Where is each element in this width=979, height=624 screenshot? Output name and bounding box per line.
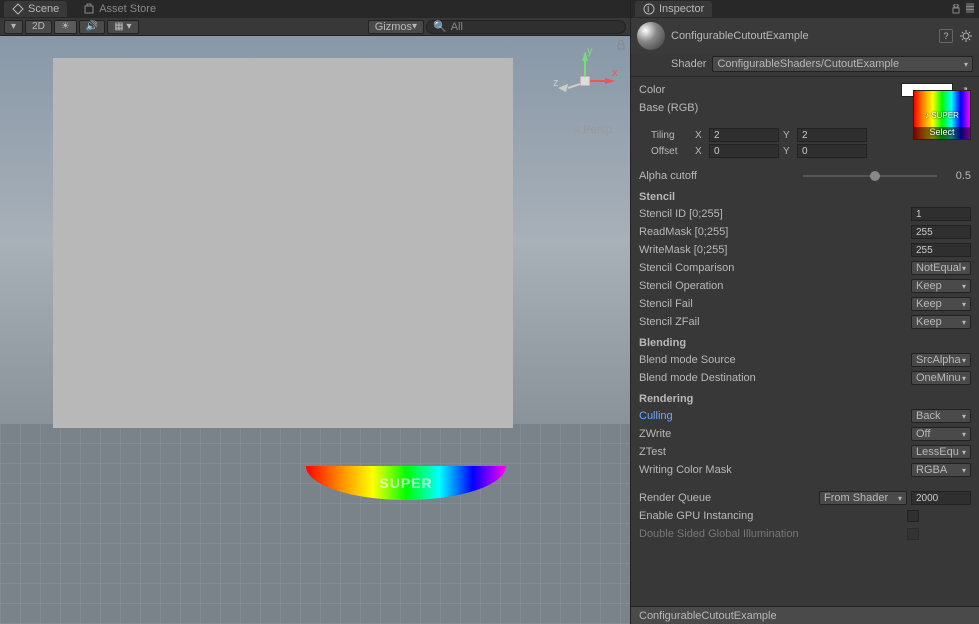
alpha-cutoff-slider[interactable] (803, 169, 937, 183)
fx-button[interactable]: ▦ ▾ (107, 20, 138, 34)
stencil-operation-label: Stencil Operation (639, 280, 799, 292)
colormask-dropdown[interactable]: RGBA▾ (911, 463, 971, 477)
svg-text:x: x (612, 67, 618, 79)
inspector-icon: i (643, 3, 655, 15)
svg-text:y: y (587, 46, 593, 57)
shader-label: Shader (671, 58, 706, 70)
tiling-label: Tiling (651, 130, 691, 141)
render-queue-label: Render Queue (639, 492, 799, 504)
culling-label: Culling (639, 410, 799, 422)
culling-dropdown[interactable]: Back▾ (911, 409, 971, 423)
blend-dst-dropdown[interactable]: OneMinu▾ (911, 371, 971, 385)
tab-inspector-label: Inspector (659, 3, 704, 15)
tiling-y-input[interactable] (797, 128, 867, 142)
lock-icon[interactable] (616, 40, 626, 50)
render-queue-mode-dropdown[interactable]: From Shader▾ (819, 491, 907, 505)
scene-icon (12, 3, 24, 15)
stencil-fail-dropdown[interactable]: Keep▾ (911, 297, 971, 311)
stencil-fail-label: Stencil Fail (639, 298, 799, 310)
scene-view[interactable]: SUPER y x z ≡ Persp (0, 36, 630, 624)
ztest-dropdown[interactable]: LessEqu▾ (911, 445, 971, 459)
rendering-title: Rendering (639, 393, 971, 405)
gizmos-button[interactable]: Gizmos ▾ (368, 20, 424, 34)
projection-label[interactable]: ≡ Persp (575, 124, 612, 136)
search-icon: 🔍 (433, 20, 447, 33)
scene-search-input[interactable]: 🔍 All (426, 20, 626, 34)
alpha-cutoff-label: Alpha cutoff (639, 170, 799, 182)
audio-button[interactable]: 🔊 (79, 20, 105, 34)
material-preview-sphere (637, 22, 665, 50)
panel-menu-icon[interactable] (965, 2, 975, 12)
scene-tab-bar: Scene Asset Store (0, 0, 630, 18)
stencil-comparison-label: Stencil Comparison (639, 262, 799, 274)
render-queue-input[interactable] (911, 491, 971, 505)
blend-dst-label: Blend mode Destination (639, 372, 799, 384)
tab-scene[interactable]: Scene (4, 1, 67, 17)
gear-icon[interactable] (959, 29, 973, 43)
lighting-button[interactable]: ☀ (54, 20, 77, 34)
mode-2d-button[interactable]: 2D (25, 20, 52, 34)
offset-label: Offset (651, 146, 691, 157)
svg-text:i: i (647, 3, 649, 15)
tab-scene-label: Scene (28, 3, 59, 15)
scene-floor (0, 424, 630, 624)
zwrite-dropdown[interactable]: Off▾ (911, 427, 971, 441)
stencil-id-label: Stencil ID [0;255] (639, 208, 799, 220)
stencil-title: Stencil (639, 191, 971, 203)
stencil-zfail-dropdown[interactable]: Keep▾ (911, 315, 971, 329)
writemask-label: WriteMask [0;255] (639, 244, 799, 256)
stencil-operation-dropdown[interactable]: Keep▾ (911, 279, 971, 293)
stencil-id-input[interactable] (911, 207, 971, 221)
zwrite-label: ZWrite (639, 428, 799, 440)
material-header: ConfigurableCutoutExample ? (631, 18, 979, 54)
tab-inspector[interactable]: i Inspector (635, 1, 712, 17)
base-rgb-label: Base (RGB) (639, 102, 799, 114)
double-sided-gi-label: Double Sided Global Illumination (639, 528, 839, 540)
gpu-instancing-label: Enable GPU Instancing (639, 510, 799, 522)
ztest-label: ZTest (639, 446, 799, 458)
help-button[interactable]: ? (939, 29, 953, 43)
asset-store-icon (83, 3, 95, 15)
tab-asset-store[interactable]: Asset Store (75, 1, 164, 17)
writemask-input[interactable] (911, 243, 971, 257)
stencil-comparison-dropdown[interactable]: NotEqual▾ (911, 261, 971, 275)
material-preview-bar[interactable]: ConfigurableCutoutExample (631, 606, 979, 624)
alpha-cutoff-value: 0.5 (941, 170, 971, 182)
stencil-zfail-label: Stencil ZFail (639, 316, 799, 328)
scene-toolbar: ▾ 2D ☀ 🔊 ▦ ▾ Gizmos ▾ 🔍 All (0, 18, 630, 36)
offset-x-input[interactable] (709, 144, 779, 158)
scene-cube-object (53, 58, 513, 428)
inspector-body: ConfigurableCutoutExample ? Shader Confi… (631, 18, 979, 606)
orientation-gizmo[interactable]: y x z (550, 46, 620, 116)
inspector-tab-bar: i Inspector (631, 0, 979, 18)
shader-row: Shader ConfigurableShaders/CutoutExample… (631, 54, 979, 77)
chevron-down-icon: ▾ (964, 60, 968, 69)
search-placeholder: All (451, 21, 463, 33)
readmask-input[interactable] (911, 225, 971, 239)
texture-select-button[interactable]: Select (914, 127, 970, 139)
material-name: ConfigurableCutoutExample (671, 30, 933, 42)
blend-src-dropdown[interactable]: SrcAlpha▾ (911, 353, 971, 367)
color-label: Color (639, 84, 799, 96)
blending-title: Blending (639, 337, 971, 349)
offset-y-input[interactable] (797, 144, 867, 158)
double-sided-gi-checkbox (907, 528, 919, 540)
shader-dropdown[interactable]: ConfigurableShaders/CutoutExample▾ (712, 56, 973, 72)
svg-text:z: z (553, 77, 559, 89)
tab-asset-store-label: Asset Store (99, 3, 156, 15)
gpu-instancing-checkbox[interactable] (907, 510, 919, 522)
readmask-label: ReadMask [0;255] (639, 226, 799, 238)
shaded-mode-button[interactable]: ▾ (4, 20, 23, 34)
colormask-label: Writing Color Mask (639, 464, 799, 476)
panel-dropdown-icon[interactable] (951, 2, 961, 12)
blend-src-label: Blend mode Source (639, 354, 799, 366)
preview-title: ConfigurableCutoutExample (639, 610, 777, 622)
texture-thumbnail[interactable]: ♪ SUPERSelect (913, 90, 971, 140)
tiling-x-input[interactable] (709, 128, 779, 142)
